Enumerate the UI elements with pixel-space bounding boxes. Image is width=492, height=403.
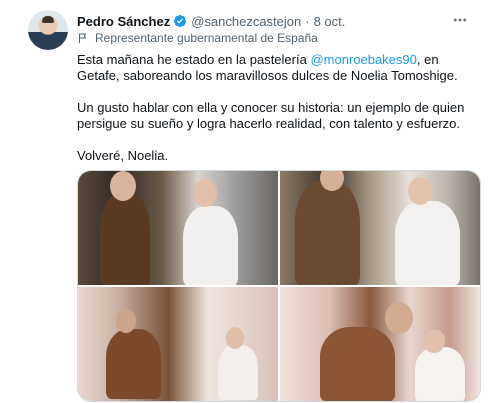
- account-label: Representante gubernamental de España: [77, 31, 318, 45]
- tweet-paragraph-2: Un gusto hablar con ella y conocer su hi…: [77, 100, 465, 131]
- author-name[interactable]: Pedro Sánchez: [77, 14, 170, 29]
- tweet-text: Esta mañana he estado en la pastelería @…: [77, 52, 472, 180]
- photo-1[interactable]: [78, 171, 278, 285]
- government-flag-icon: [79, 33, 87, 43]
- separator: ·: [305, 13, 310, 29]
- account-label-text: Representante gubernamental de España: [95, 31, 318, 45]
- verified-badge-icon: [174, 14, 187, 28]
- mention-link[interactable]: @monroebakes90: [310, 52, 416, 67]
- photo-4[interactable]: [280, 287, 480, 401]
- text-span: Esta mañana he estado en la pastelería: [77, 52, 311, 67]
- author-handle[interactable]: @sanchezcastejon: [191, 14, 301, 29]
- tweet-paragraph-1: Esta mañana he estado en la pastelería @…: [77, 52, 472, 84]
- tweet-paragraph-3: Volveré, Noelia.: [77, 148, 169, 163]
- photo-2[interactable]: [280, 171, 480, 285]
- tweet-header: Pedro Sánchez @sanchezcastejon · 8 oct.: [77, 12, 472, 30]
- photo-3[interactable]: [78, 287, 278, 401]
- tweet-date[interactable]: 8 oct.: [314, 14, 346, 29]
- media-grid: [77, 170, 481, 402]
- avatar[interactable]: [28, 10, 68, 50]
- more-options-icon[interactable]: [448, 10, 472, 30]
